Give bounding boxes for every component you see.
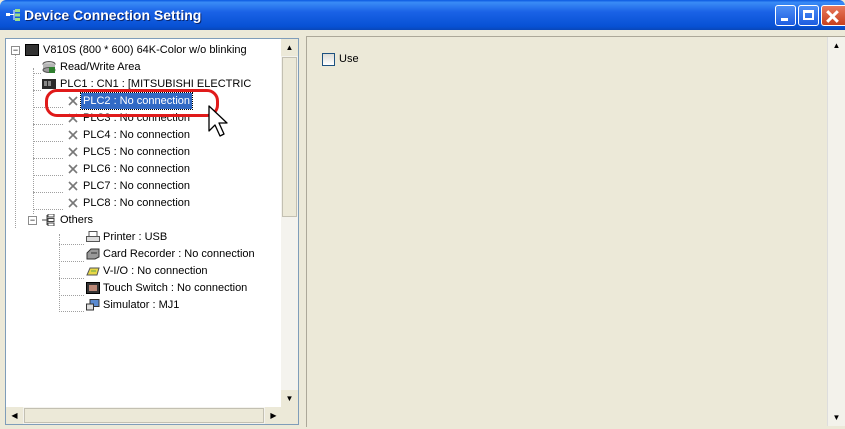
tree-item-card-recorder[interactable]: Card Recorder : No connection xyxy=(6,246,286,262)
tree-item-plc1[interactable]: PLC1 : CN1 : [MITSUBISHI ELECTRIC xyxy=(6,76,286,92)
tree-root-node[interactable]: − V810S (800 * 600) 64K-Color w/o blinki… xyxy=(6,42,286,58)
tree-item-plc7[interactable]: PLC7 : No connection xyxy=(6,178,286,194)
collapse-toggle[interactable]: − xyxy=(28,216,37,225)
database-icon xyxy=(42,61,56,73)
tree-item-plc3[interactable]: PLC3 : No connection xyxy=(6,110,286,126)
x-icon xyxy=(68,130,78,140)
tree-item-label: Card Recorder : No connection xyxy=(103,248,255,260)
x-icon xyxy=(68,96,78,106)
tree-root-label: V810S (800 * 600) 64K-Color w/o blinking xyxy=(43,44,247,56)
minimize-button[interactable] xyxy=(775,5,796,26)
tree-horizontal-scrollbar[interactable]: ◀ ▶ xyxy=(6,407,298,424)
card-recorder-icon xyxy=(86,248,100,260)
tree-item-label: PLC2 : No connection xyxy=(79,92,194,110)
tree-item-plc2[interactable]: PLC2 : No connection xyxy=(6,92,286,110)
mouse-cursor-icon xyxy=(208,105,228,137)
tree-item-label: Simulator : MJ1 xyxy=(103,299,180,311)
tree-item-read-write-area[interactable]: Read/Write Area xyxy=(6,59,286,75)
scroll-down-button[interactable]: ▼ xyxy=(828,409,845,426)
maximize-button[interactable] xyxy=(798,5,819,26)
scroll-thumb[interactable] xyxy=(282,57,297,217)
settings-vertical-scrollbar[interactable]: ▲ ▼ xyxy=(827,37,845,426)
scroll-left-button[interactable]: ◀ xyxy=(6,407,23,424)
scrollbar-corner xyxy=(281,407,298,424)
tree-item-vio[interactable]: V-I/O : No connection xyxy=(6,263,286,279)
tree-item-plc6[interactable]: PLC6 : No connection xyxy=(6,161,286,177)
tree-item-printer[interactable]: Printer : USB xyxy=(6,229,286,245)
tree-item-plc5[interactable]: PLC5 : No connection xyxy=(6,144,286,160)
touch-switch-icon xyxy=(86,282,100,294)
tree-item-label: PLC3 : No connection xyxy=(83,112,191,124)
scroll-down-button[interactable]: ▼ xyxy=(281,390,298,407)
tree-item-label: Printer : USB xyxy=(103,231,168,243)
vio-icon xyxy=(86,267,100,276)
tree-item-label: PLC8 : No connection xyxy=(83,197,191,209)
scroll-up-button[interactable]: ▲ xyxy=(281,39,298,56)
printer-icon xyxy=(86,231,100,242)
tree-item-plc8[interactable]: PLC8 : No connection xyxy=(6,195,286,211)
tree-item-label: Read/Write Area xyxy=(60,61,141,73)
x-icon xyxy=(68,198,78,208)
use-label: Use xyxy=(339,53,359,65)
use-checkbox[interactable] xyxy=(322,53,335,66)
monitor-icon xyxy=(25,44,39,56)
collapse-toggle[interactable]: − xyxy=(11,46,20,55)
settings-panel: ▲ ▼ xyxy=(306,36,845,427)
tree-item-label: PLC5 : No connection xyxy=(83,146,191,158)
simulator-icon xyxy=(86,299,100,311)
window-title: Device Connection Setting xyxy=(24,7,202,23)
horizontal-scroll-thumb[interactable] xyxy=(24,408,264,423)
scroll-right-button[interactable]: ▶ xyxy=(265,407,282,424)
tree-item-simulator[interactable]: Simulator : MJ1 xyxy=(6,297,286,313)
x-icon xyxy=(68,147,78,157)
panel-splitter[interactable] xyxy=(299,36,305,429)
device-tree[interactable]: − V810S (800 * 600) 64K-Color w/o blinki… xyxy=(5,38,299,425)
title-bar[interactable]: Device Connection Setting xyxy=(0,0,845,30)
tree-item-touch-switch[interactable]: Touch Switch : No connection xyxy=(6,280,286,296)
x-icon xyxy=(68,113,78,123)
tree-item-label: V-I/O : No connection xyxy=(103,265,208,277)
tree-item-others[interactable]: − Others xyxy=(6,212,286,228)
tree-item-plc4[interactable]: PLC4 : No connection xyxy=(6,127,286,143)
device-connection-icon xyxy=(6,9,20,21)
tree-item-label: PLC1 : CN1 : [MITSUBISHI ELECTRIC xyxy=(60,78,252,90)
tree-item-label: PLC7 : No connection xyxy=(83,180,191,192)
x-icon xyxy=(68,164,78,174)
scroll-up-button[interactable]: ▲ xyxy=(828,37,845,54)
tree-item-label: PLC4 : No connection xyxy=(83,129,191,141)
tree-item-label: Touch Switch : No connection xyxy=(103,282,248,294)
network-icon xyxy=(42,214,55,226)
tree-vertical-scrollbar[interactable]: ▲ ▼ xyxy=(281,39,298,407)
tree-item-label: Others xyxy=(60,214,94,226)
x-icon xyxy=(68,181,78,191)
tree-item-label: PLC6 : No connection xyxy=(83,163,191,175)
close-button[interactable] xyxy=(821,5,845,26)
plc-icon xyxy=(42,79,56,89)
